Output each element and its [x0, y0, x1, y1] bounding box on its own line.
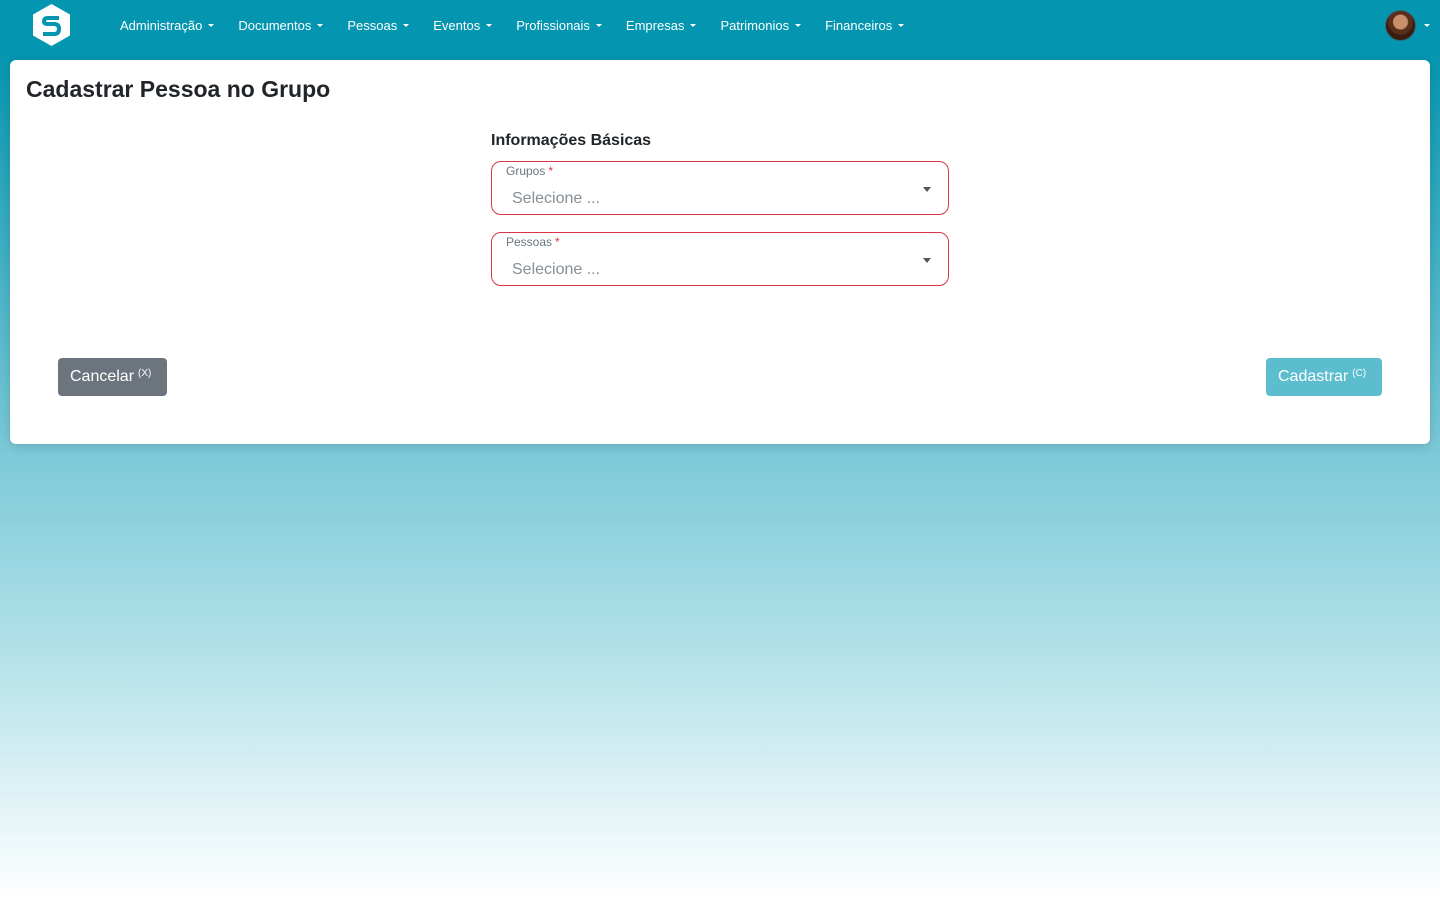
grupos-label: Grupos * — [506, 164, 553, 178]
caret-down-icon — [898, 23, 905, 27]
nav-item-eventos[interactable]: Eventos — [423, 0, 502, 50]
caret-down-icon — [595, 23, 602, 27]
submit-shortcut: (C) — [1352, 367, 1367, 379]
app-logo-icon[interactable] — [29, 3, 74, 47]
nav-item-financeiros[interactable]: Financeiros — [815, 0, 914, 50]
nav-item-empresas[interactable]: Empresas — [616, 0, 707, 50]
main-menu: Administração Documentos Pessoas Eventos… — [110, 0, 918, 50]
nav-item-profissionais[interactable]: Profissionais — [506, 0, 612, 50]
nav-item-label: Financeiros — [825, 17, 893, 33]
grupos-value: Selecione ... — [512, 190, 601, 207]
pessoas-label-text: Pessoas — [506, 235, 553, 249]
user-menu[interactable] — [1385, 9, 1430, 41]
nav-item-label: Empresas — [625, 17, 685, 33]
caret-down-icon — [1424, 23, 1430, 27]
caret-down-icon — [208, 23, 215, 27]
nav-item-label: Eventos — [433, 17, 481, 33]
form-card: Cadastrar Pessoa no Grupo Informações Bá… — [10, 60, 1430, 444]
cancel-button[interactable]: Cancelar (X) — [58, 358, 167, 396]
nav-item-label: Administração — [120, 17, 203, 33]
caret-down-icon — [690, 23, 697, 27]
page-title: Cadastrar Pessoa no Grupo — [26, 76, 331, 102]
top-navbar: Administração Documentos Pessoas Eventos… — [0, 0, 1440, 50]
caret-down-icon[interactable] — [923, 258, 931, 263]
nav-item-label: Patrimonios — [720, 17, 790, 33]
nav-item-pessoas[interactable]: Pessoas — [337, 0, 419, 50]
caret-down-icon[interactable] — [923, 187, 931, 192]
required-mark: * — [555, 235, 560, 249]
cancel-shortcut: (X) — [138, 367, 152, 379]
nav-item-administracao[interactable]: Administração — [110, 0, 224, 50]
avatar[interactable] — [1385, 9, 1416, 41]
caret-down-icon — [317, 23, 324, 27]
grupos-select[interactable]: Grupos * Selecione ... — [491, 161, 949, 215]
nav-item-label: Pessoas — [347, 17, 398, 33]
grupos-label-text: Grupos — [506, 164, 546, 178]
pessoas-label: Pessoas * — [506, 235, 560, 249]
pessoas-select[interactable]: Pessoas * Selecione ... — [491, 232, 949, 286]
nav-item-patrimonios[interactable]: Patrimonios — [710, 0, 811, 50]
cancel-button-label: Cancelar — [70, 368, 135, 385]
nav-item-documentos[interactable]: Documentos — [228, 0, 333, 50]
nav-item-label: Profissionais — [516, 17, 590, 33]
required-mark: * — [548, 164, 554, 178]
pessoas-value: Selecione ... — [512, 261, 601, 278]
caret-down-icon — [486, 23, 493, 27]
submit-button[interactable]: Cadastrar (C) — [1266, 358, 1382, 396]
section-title: Informações Básicas — [491, 132, 652, 149]
submit-button-label: Cadastrar — [1278, 368, 1349, 385]
caret-down-icon — [403, 23, 410, 27]
nav-item-label: Documentos — [238, 17, 312, 33]
caret-down-icon — [795, 23, 802, 27]
